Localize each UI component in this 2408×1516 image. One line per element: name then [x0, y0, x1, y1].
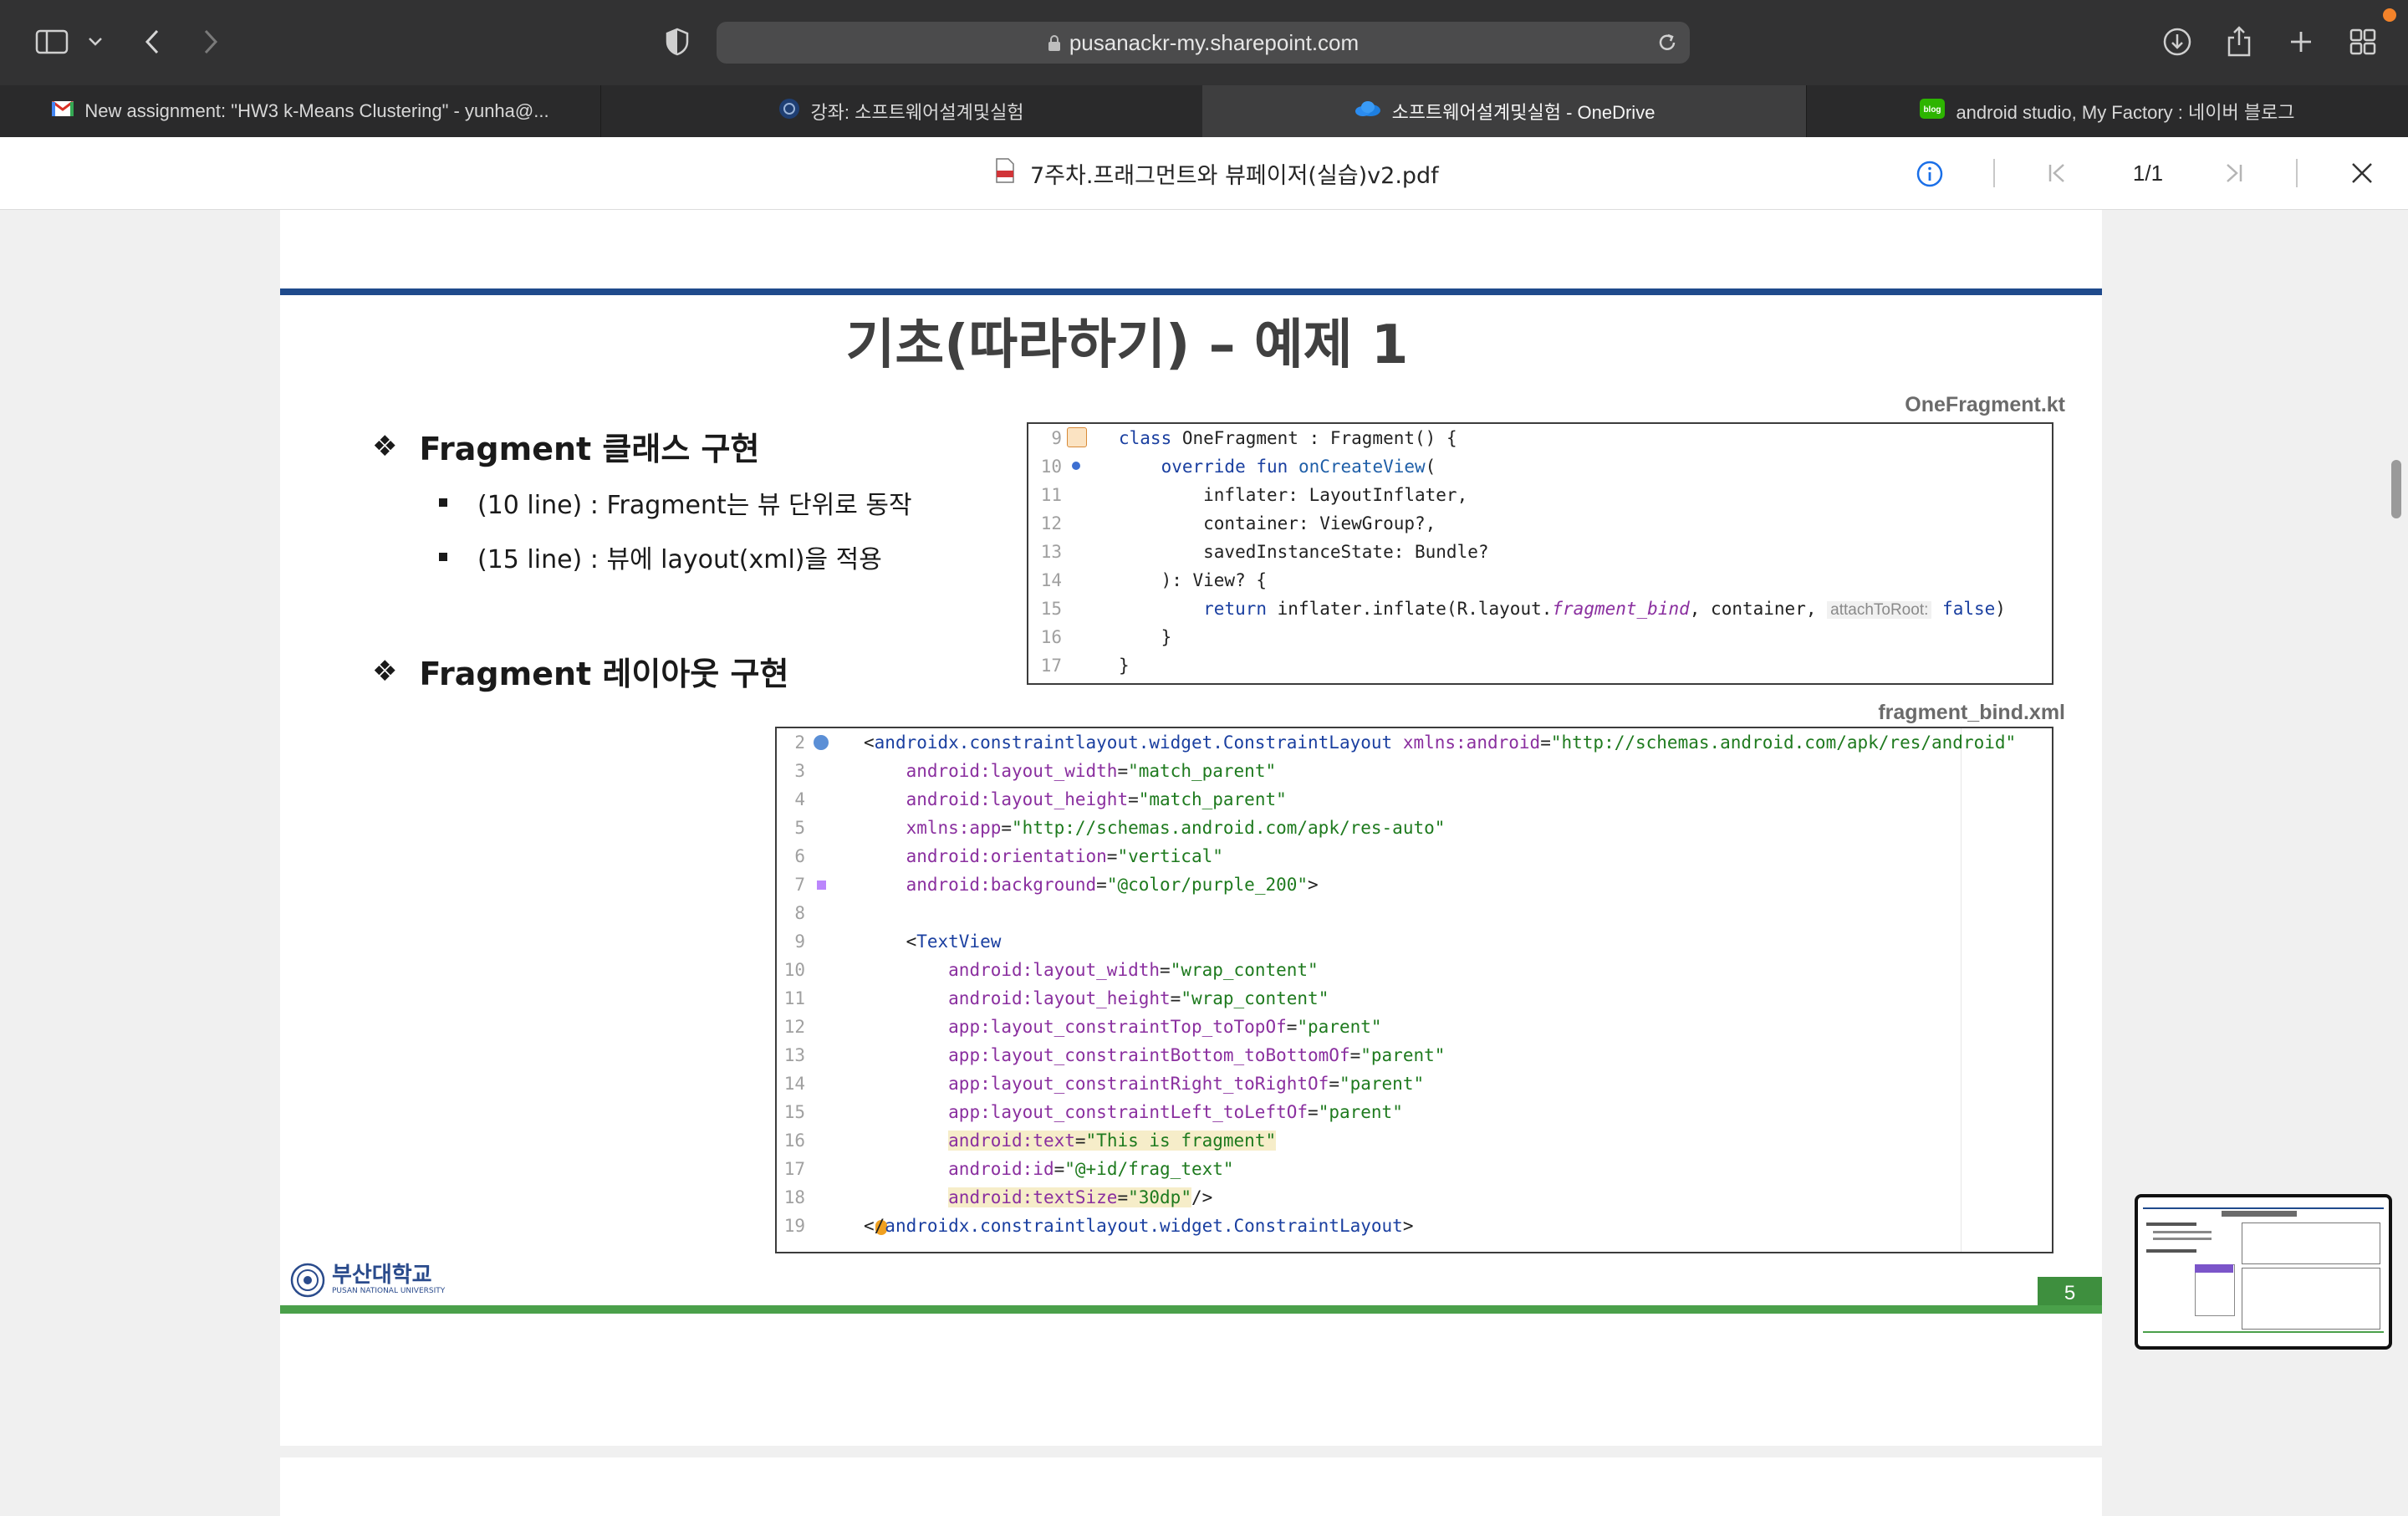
section-heading-text: Fragment 레이아웃 구현	[419, 656, 789, 692]
next-pdf-page	[280, 1457, 2102, 1516]
url-label: pusanackr-my.sharepoint.com	[1069, 30, 1360, 55]
separator	[2296, 159, 2298, 187]
tab-label: android studio, My Factory : 네이버 블로그	[1956, 102, 2295, 123]
tab-label: 강좌: 소프트웨어설계및실험	[810, 102, 1024, 123]
override-gutter-icon	[1072, 462, 1080, 470]
list-item: (10 line) : Fragment는 뷰 단위로 동작	[439, 484, 912, 521]
square-bullet-icon	[439, 498, 447, 507]
course-icon	[778, 98, 800, 125]
pdf-viewer-header: 7주차.프래그먼트와 뷰페이저(실습)v2.pdf 1/1	[0, 137, 2408, 210]
lock-icon	[1048, 35, 1060, 51]
list-item-text: (15 line) : 뷰에 layout(xml)을 적용	[477, 545, 882, 574]
gmail-icon	[51, 100, 74, 123]
chevron-down-icon[interactable]	[79, 22, 112, 62]
title-rule	[280, 288, 2102, 295]
back-icon[interactable]	[132, 22, 172, 62]
file-title: 7주차.프래그먼트와 뷰페이저(실습)v2.pdf	[995, 137, 1439, 209]
university-seal-icon	[290, 1263, 325, 1298]
onedrive-icon	[1354, 100, 1382, 123]
page-indicator: 1/1	[2132, 161, 2164, 186]
browser-toolbar: pusanackr-my.sharepoint.com	[0, 0, 2408, 85]
pdf-file-icon	[995, 157, 1015, 189]
list-item: (15 line) : 뷰에 layout(xml)을 적용	[439, 539, 882, 575]
xml-file-label: fragment_bind.xml	[1878, 701, 2065, 724]
logo-korean-text: 부산대학교	[332, 1263, 432, 1288]
blog-icon: blog	[1919, 98, 1946, 125]
separator	[1993, 159, 1995, 187]
right-margin-guide	[1961, 728, 1962, 1252]
notification-dot	[2383, 8, 2396, 22]
privacy-shield-icon[interactable]	[657, 22, 697, 62]
university-logo: 부산대학교 PUSAN NATIONAL UNIVERSITY	[290, 1259, 445, 1301]
share-icon[interactable]	[2219, 22, 2259, 62]
class-gutter-icon	[1067, 427, 1087, 447]
address-text[interactable]: pusanackr-my.sharepoint.com	[717, 22, 1690, 64]
tab-course[interactable]: 강좌: 소프트웨어설계및실험	[600, 85, 1203, 137]
svg-text:blog: blog	[1924, 105, 1941, 115]
kotlin-code-box: 9 class OneFragment : Fragment() { 10 ove…	[1027, 422, 2053, 685]
tab-blog[interactable]: blog android studio, My Factory : 네이버 블로…	[1806, 85, 2408, 137]
info-icon[interactable]	[1916, 161, 1943, 191]
xml-code-box: 2 <androidx.constraintlayout.widget.Const…	[775, 727, 2053, 1253]
close-icon[interactable]	[2349, 161, 2375, 189]
square-bullet-icon	[439, 553, 447, 561]
logo-english-text: PUSAN NATIONAL UNIVERSITY	[332, 1287, 446, 1295]
slide-title: 기초(따라하기) – 예제 1	[845, 314, 1409, 376]
tab-label: New assignment: "HW3 k-Means Clustering"…	[84, 100, 549, 121]
downloads-icon[interactable]	[2157, 22, 2197, 62]
footer-rule	[280, 1305, 2102, 1314]
new-tab-icon[interactable]	[2281, 22, 2321, 62]
pdf-content-area[interactable]: 기초(따라하기) – 예제 1 ❖ Fragment 클래스 구현 (10 li…	[0, 210, 2408, 1516]
kotlin-file-label: OneFragment.kt	[1905, 393, 2065, 416]
section-heading-class: ❖ Fragment 클래스 구현	[372, 423, 759, 469]
tab-onedrive[interactable]: 소프트웨어설계및실험 - OneDrive	[1202, 85, 1807, 137]
forward-icon[interactable]	[191, 22, 231, 62]
sidebar-toggle-icon[interactable]	[32, 22, 72, 62]
diamond-bullet-icon: ❖	[372, 429, 398, 463]
pdf-page: 기초(따라하기) – 예제 1 ❖ Fragment 클래스 구현 (10 li…	[280, 210, 2102, 1446]
page-thumbnail[interactable]	[2135, 1194, 2392, 1350]
tab-label: 소프트웨어설계및실험 - OneDrive	[1391, 102, 1656, 123]
section-heading-layout: ❖ Fragment 레이아웃 구현	[372, 648, 788, 694]
diamond-bullet-icon: ❖	[372, 654, 398, 688]
tab-bar: New assignment: "HW3 k-Means Clustering"…	[0, 85, 2408, 137]
color-swatch-icon	[817, 881, 826, 890]
last-page-icon[interactable]	[2222, 162, 2244, 187]
tab-overview-icon[interactable]	[2343, 22, 2383, 62]
file-name: 7주차.프래그먼트와 뷰페이저(실습)v2.pdf	[1030, 162, 1439, 189]
list-item-text: (10 line) : Fragment는 뷰 단위로 동작	[477, 491, 912, 520]
reload-icon[interactable]	[1656, 32, 1678, 57]
design-gutter-icon	[814, 735, 829, 750]
scrollbar-thumb[interactable]	[2391, 460, 2401, 518]
section-heading-text: Fragment 클래스 구현	[419, 431, 760, 467]
address-bar[interactable]: pusanackr-my.sharepoint.com	[717, 22, 1690, 64]
first-page-icon[interactable]	[2047, 162, 2069, 187]
tab-gmail[interactable]: New assignment: "HW3 k-Means Clustering"…	[0, 85, 601, 137]
